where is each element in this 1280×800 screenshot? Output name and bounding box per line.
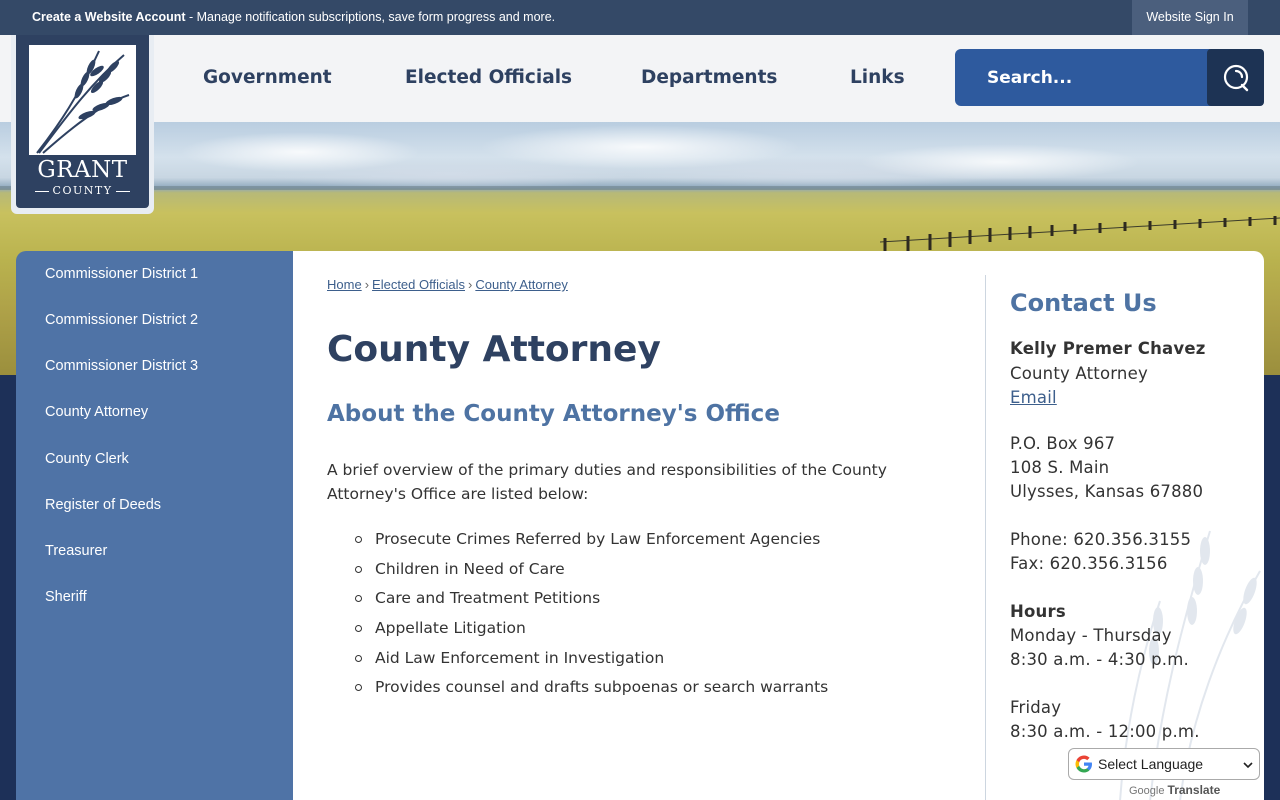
nav-links[interactable]: Links [850, 67, 905, 88]
hours-friday-days: Friday [1010, 698, 1062, 717]
sidebar-item-commissioner-district-2[interactable]: Commissioner District 2 [45, 312, 198, 328]
contact-po-box: P.O. Box 967 [1010, 434, 1116, 453]
select-language-label: Select Language [1098, 756, 1204, 772]
grant-county-logo[interactable]: GRANT COUNTY [11, 35, 154, 214]
page-title: County Attorney [327, 329, 661, 370]
google-wordmark: Google [1129, 785, 1165, 797]
list-item: Prosecute Crimes Referred by Law Enforce… [355, 527, 828, 557]
logo-badge: GRANT COUNTY [16, 35, 149, 208]
search-input[interactable] [955, 49, 1207, 106]
hours-weekday-times: 8:30 a.m. - 4:30 p.m. [1010, 650, 1189, 669]
hours-friday-times: 8:30 a.m. - 12:00 p.m. [1010, 722, 1200, 741]
list-item: Appellate Litigation [355, 616, 828, 646]
sidebar-item-county-attorney[interactable]: County Attorney [45, 404, 148, 420]
contact-city: Ulysses, Kansas 67880 [1010, 482, 1204, 501]
list-item: Children in Need of Care [355, 557, 828, 587]
contact-heading: Contact Us [1010, 289, 1157, 317]
google-g-icon [1075, 755, 1092, 773]
list-item: Care and Treatment Petitions [355, 586, 828, 616]
create-account-link[interactable]: Create a Website Account [32, 10, 186, 24]
sidebar-item-county-clerk[interactable]: County Clerk [45, 451, 129, 467]
logo-title: GRANT [37, 157, 128, 183]
wheat-icon [36, 50, 130, 154]
hours-heading: Hours [1010, 602, 1066, 621]
contact-phone: Phone: 620.356.3155 [1010, 530, 1192, 549]
sidebar-item-register-of-deeds[interactable]: Register of Deeds [45, 497, 161, 513]
breadcrumb-county-attorney[interactable]: County Attorney [475, 277, 568, 292]
hero-clouds [0, 122, 1280, 188]
nav-elected-officials[interactable]: Elected Officials [405, 67, 572, 88]
chevron-down-icon [1243, 762, 1253, 769]
section-heading: About the County Attorney's Office [327, 401, 780, 427]
breadcrumb-elected-officials[interactable]: Elected Officials [372, 277, 465, 292]
contact-fax: Fax: 620.356.3156 [1010, 554, 1168, 573]
breadcrumb-separator: › [468, 277, 473, 292]
translate-link[interactable]: Translate [1168, 783, 1221, 797]
breadcrumb-separator: › [364, 277, 370, 292]
hours-weekday-days: Monday - Thursday [1010, 626, 1172, 645]
contact-panel: Contact Us Kelly Premer Chavez County At… [1010, 251, 1264, 800]
sidebar-item-commissioner-district-3[interactable]: Commissioner District 3 [45, 358, 198, 374]
logo-subtitle-text: COUNTY [52, 184, 113, 197]
site-header: Government Elected Officials Departments… [0, 35, 1280, 122]
breadcrumb: Home › Elected Officials › County Attorney [327, 277, 568, 292]
language-select[interactable]: Select Language [1068, 748, 1260, 780]
nav-government[interactable]: Government [203, 67, 332, 88]
sidebar-item-commissioner-district-1[interactable]: Commissioner District 1 [45, 266, 198, 282]
logo-subtitle: COUNTY [16, 184, 149, 197]
sidebar-item-treasurer[interactable]: Treasurer [45, 543, 107, 559]
search-box [955, 49, 1264, 106]
account-message: Create a Website Account - Manage notifi… [32, 10, 555, 24]
search-icon [1223, 64, 1248, 91]
website-sign-in-button[interactable]: Website Sign In [1132, 0, 1248, 35]
search-button[interactable] [1207, 49, 1264, 106]
contact-email-link[interactable]: Email [1010, 388, 1057, 407]
powered-by-google: Google Translate [1129, 783, 1220, 797]
main-content: Home › Elected Officials › County Attorney C… [293, 251, 1264, 800]
list-item: Aid Law Enforcement in Investigation [355, 646, 828, 676]
logo-wheat-panel [29, 45, 136, 155]
sidebar-nav: Commissioner District 1 Commissioner Dis… [16, 251, 293, 800]
nav-departments[interactable]: Departments [641, 67, 777, 88]
column-divider [985, 275, 986, 800]
list-item: Provides counsel and drafts subpoenas or… [355, 675, 828, 705]
contact-role: County Attorney [1010, 364, 1148, 383]
hero-horizon [0, 186, 1280, 190]
contact-street: 108 S. Main [1010, 458, 1110, 477]
breadcrumb-home[interactable]: Home [327, 277, 362, 292]
top-utility-bar: Create a Website Account - Manage notifi… [0, 0, 1280, 35]
fence-illustration [880, 216, 1280, 254]
account-description: - Manage notification subscriptions, sav… [185, 10, 556, 24]
contact-name: Kelly Premer Chavez [1010, 339, 1206, 358]
sidebar-item-sheriff[interactable]: Sheriff [45, 589, 87, 605]
duties-list: Prosecute Crimes Referred by Law Enforce… [355, 527, 828, 705]
intro-paragraph: A brief overview of the primary duties a… [327, 461, 887, 503]
